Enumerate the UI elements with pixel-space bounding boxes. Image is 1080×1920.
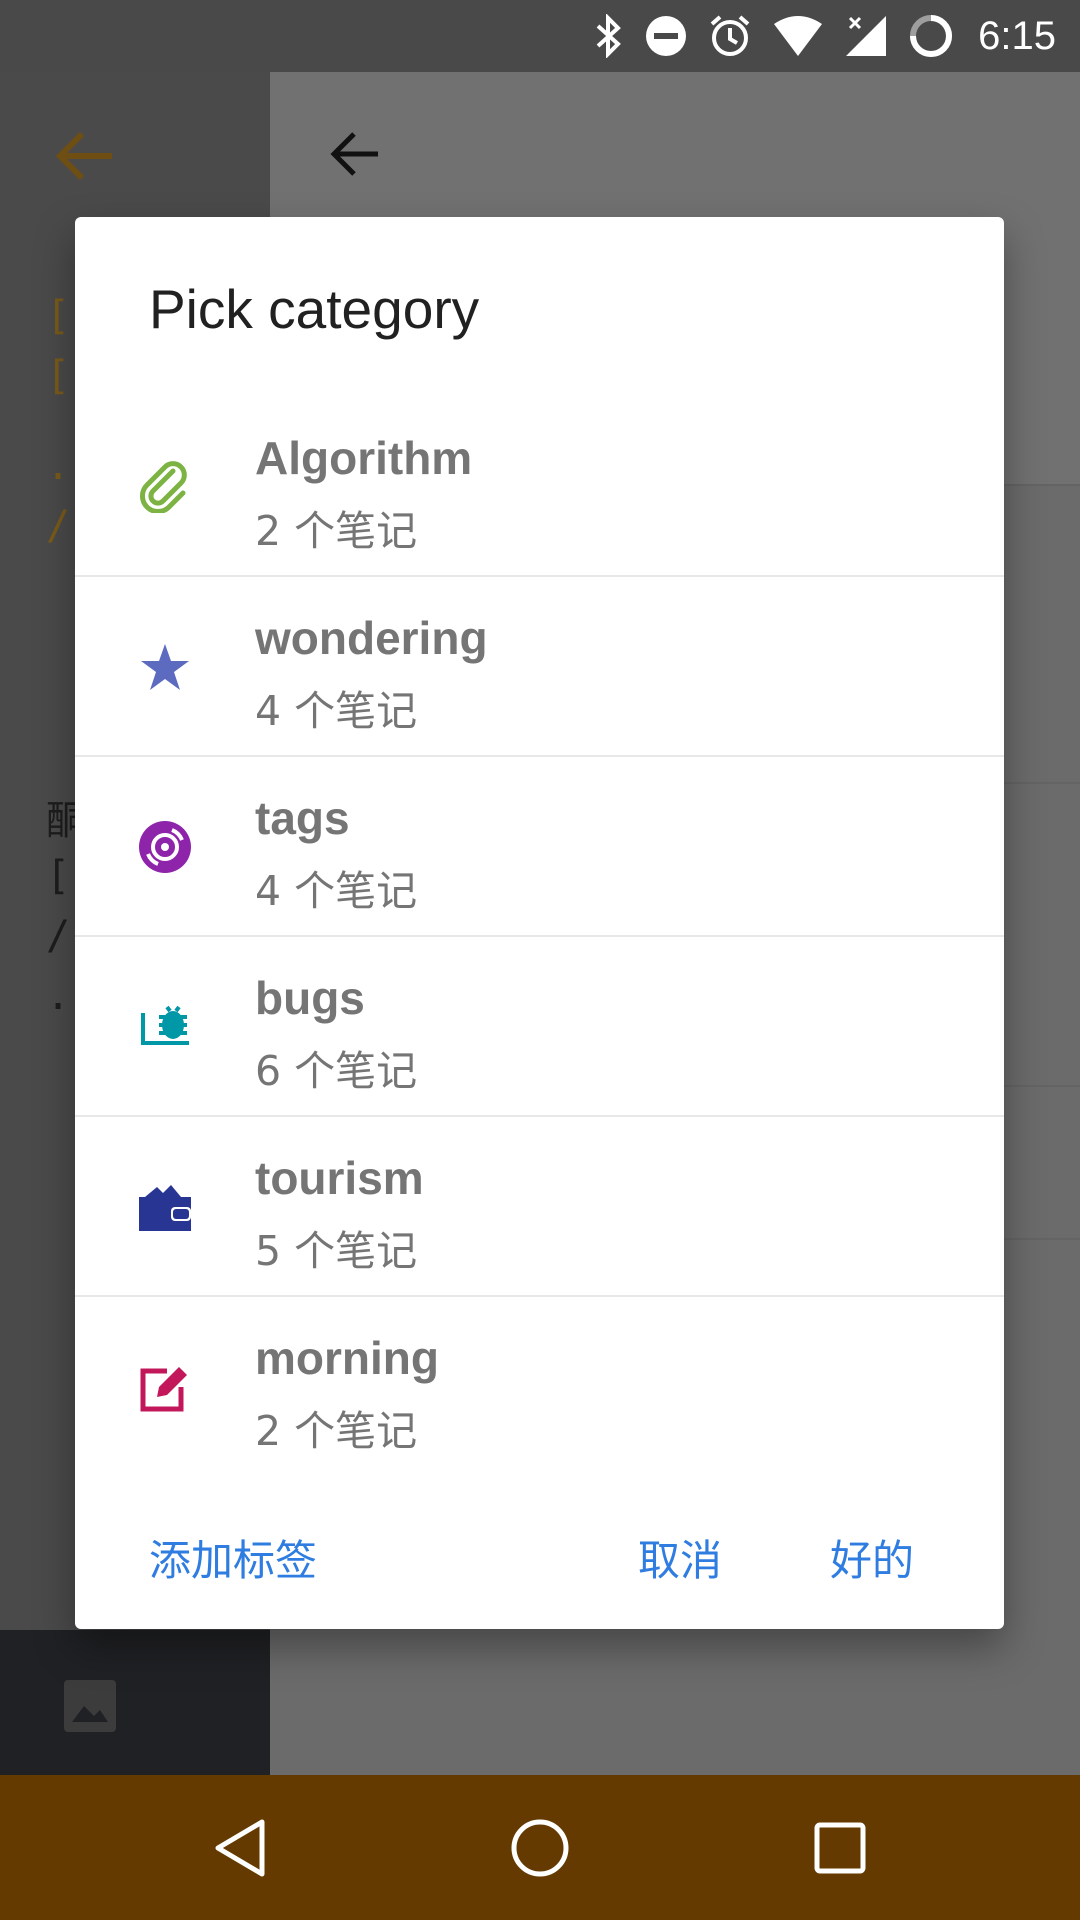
cancel-button[interactable]: 取消 [638,1527,722,1588]
nav-home-button[interactable] [470,1775,610,1920]
dialog-actions: 添加标签 取消 好的 [75,1499,1004,1629]
background-text-fragment: [ [46,853,71,899]
category-count: 6 个笔记 [255,1047,418,1095]
status-icons: 6:15 [594,0,1056,72]
pick-category-dialog: Pick category Algorithm 2 个笔记 wondering … [75,217,1004,1629]
paperclip-icon [137,459,193,515]
background-editor-toolbar [0,1630,270,1775]
category-count: 5 个笔记 [255,1227,418,1275]
home-circle-icon [511,1819,569,1876]
navigation-bar [0,1775,1080,1920]
wallet-icon [137,1179,193,1235]
alarm-icon [710,15,750,56]
signal-icon [846,16,887,56]
back-triangle-icon [215,1819,265,1876]
nav-recents-button[interactable] [770,1775,910,1920]
category-name: tourism [255,1152,424,1204]
background-text-fragment: / [46,503,71,549]
background-text-fragment: [ [46,353,71,399]
disc-icon [137,819,193,875]
category-item-wondering[interactable]: wondering 4 个笔记 [75,577,1004,757]
category-name: wondering [255,612,488,664]
category-name: morning [255,1332,439,1384]
category-item-morning[interactable]: morning 2 个笔记 [75,1297,1004,1477]
background-text-fragment: . [46,443,71,489]
bug-report-icon [137,999,193,1055]
bluetooth-icon [596,14,622,58]
edit-note-icon [137,1359,193,1415]
category-count: 4 个笔记 [255,687,418,735]
background-text-fragment: / [46,913,71,959]
category-name: bugs [255,972,365,1024]
status-bar: 6:15 [0,0,1080,72]
background-back-arrow-icon [55,131,112,181]
category-item-bugs[interactable]: bugs 6 个笔记 [75,937,1004,1117]
status-time: 6:15 [978,13,1056,58]
category-name: tags [255,792,350,844]
category-count: 2 个笔记 [255,507,418,555]
category-count: 2 个笔记 [255,1407,418,1455]
ok-button[interactable]: 好的 [830,1527,914,1588]
background-text-fragment: . [46,973,71,1019]
nav-back-button[interactable] [170,1775,310,1920]
dialog-title: Pick category [149,278,480,340]
category-list: Algorithm 2 个笔记 wondering 4 个笔记 tags 4 个… [75,397,1004,1477]
recents-square-icon [814,1822,866,1873]
category-item-tourism[interactable]: tourism 5 个笔记 [75,1117,1004,1297]
category-item-tags[interactable]: tags 4 个笔记 [75,757,1004,937]
background-text-fragment: [ [46,293,71,339]
image-icon [64,1680,116,1732]
star-icon [137,639,193,695]
category-count: 4 个笔记 [255,867,418,915]
background-back-arrow-icon [330,132,378,176]
do-not-disturb-icon [646,16,687,56]
wifi-icon [774,16,823,56]
category-item-algorithm[interactable]: Algorithm 2 个笔记 [75,397,1004,577]
battery-saver-icon [910,15,953,57]
add-tag-button[interactable]: 添加标签 [149,1527,317,1588]
category-name: Algorithm [255,432,473,484]
